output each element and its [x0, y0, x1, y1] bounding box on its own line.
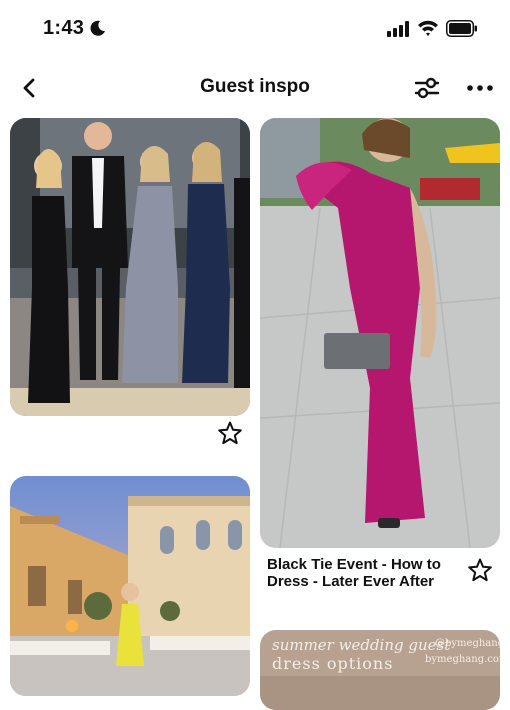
star-outline-icon	[468, 558, 492, 582]
graphic-overlay-line2: dress options	[272, 654, 394, 673]
graphic-overlay-handle: @bymeghang	[435, 638, 500, 649]
status-time: 1:43	[43, 17, 85, 39]
pin-image-group-photo[interactable]	[10, 118, 250, 416]
status-bar: 1:43	[0, 0, 510, 58]
board-header: Guest inspo	[0, 62, 510, 114]
pin-image-summer-wedding-graphic[interactable]: summer wedding guest dress options @byme…	[260, 630, 500, 710]
chevron-left-icon	[23, 78, 35, 98]
ellipsis-icon	[467, 85, 493, 91]
back-button[interactable]	[16, 74, 44, 102]
more-options-button[interactable]	[464, 74, 496, 102]
pin-image-magenta-gown[interactable]	[260, 118, 500, 548]
group-photo-image	[10, 118, 250, 416]
courtyard-image	[10, 476, 250, 696]
save-pin-button[interactable]	[217, 420, 243, 446]
pin-title[interactable]: Black Tie Event - How to Dress - Later E…	[267, 556, 457, 590]
magenta-gown-image	[260, 118, 500, 548]
graphic-overlay-line1: summer wedding guest	[272, 636, 451, 654]
filter-button[interactable]	[412, 74, 442, 102]
pin-image-evening-courtyard[interactable]	[10, 476, 250, 696]
star-outline-icon	[218, 421, 242, 445]
sliders-icon	[414, 77, 440, 99]
wifi-icon	[418, 20, 438, 36]
cellular-signal-icon	[387, 21, 409, 37]
battery-icon	[446, 20, 477, 37]
moon-icon	[90, 20, 105, 36]
graphic-overlay-site: bymeghang.com	[425, 654, 500, 665]
save-pin-button[interactable]	[467, 557, 493, 583]
